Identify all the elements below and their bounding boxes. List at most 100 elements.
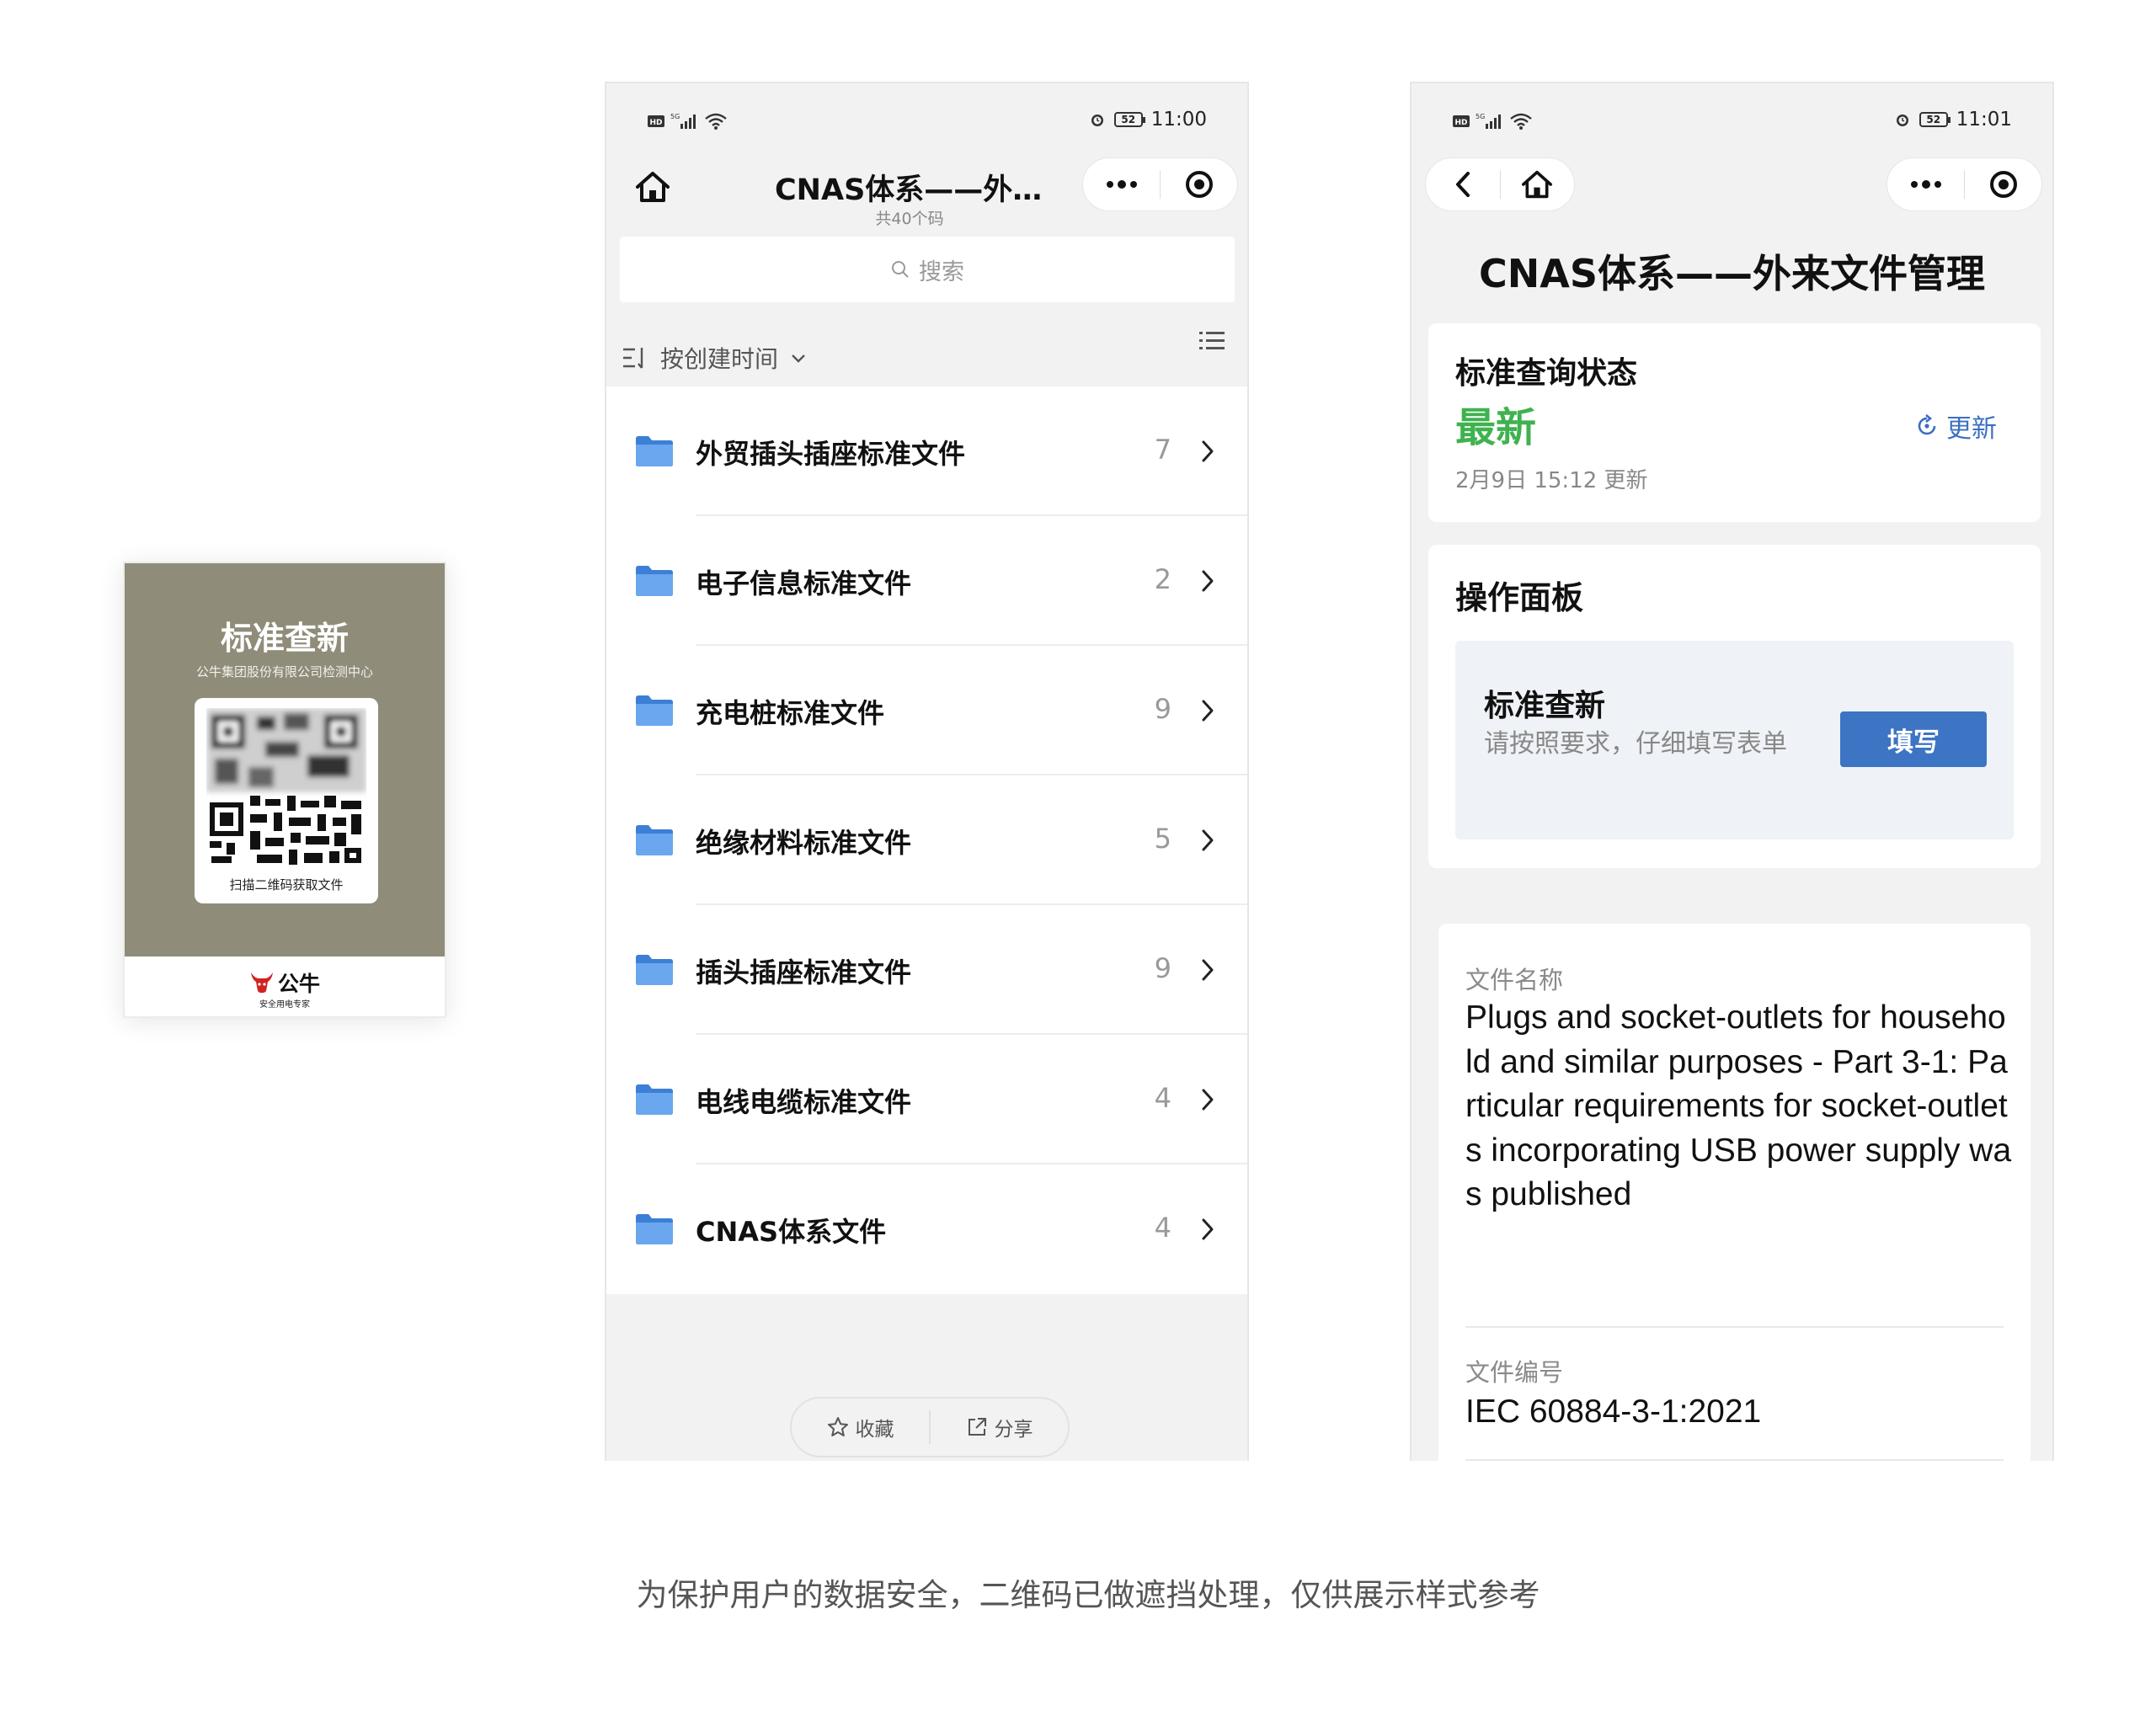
folder-icon [636,955,673,985]
folder-count: 9 [1154,952,1171,984]
chevron-right-icon [1202,570,1214,592]
close-miniprogram-button[interactable] [1161,158,1237,210]
file-number-label: 文件编号 [1465,1358,1564,1387]
svg-text:5G: 5G [1476,113,1485,120]
more-button[interactable] [1887,158,1964,210]
back-button[interactable] [1426,158,1500,210]
file-name-value: Plugs and socket-outlets for household a… [1465,999,2012,1212]
folder-name: 插头插座标准文件 [696,956,912,988]
chevron-left-icon [1455,172,1470,197]
divider [1465,1459,2004,1461]
folder-name: 电子信息标准文件 [696,567,912,599]
sort-dropdown[interactable]: 按创建时间 [622,341,807,375]
home-icon [1522,170,1553,199]
target-circle-icon [1989,171,2017,198]
qr-code-icon [206,708,366,865]
brand-logo: 公牛 [125,967,445,998]
folder-count: 4 [1154,1212,1171,1244]
status-right: 52 11:00 [1089,109,1207,131]
home-button[interactable] [1501,158,1575,210]
file-name-label: 文件名称 [1465,966,1564,994]
more-button[interactable] [1083,158,1160,210]
folder-row[interactable]: 充电桩标准文件 9 [606,646,1247,775]
home-button[interactable] [632,166,674,208]
page-title: CNAS体系——外来文件管理 [1479,251,1985,296]
folder-icon [636,1084,673,1115]
star-icon [827,1417,848,1436]
sort-label: 按创建时间 [660,345,779,373]
search-icon [892,261,909,278]
status-card: 标准查询状态 最新 2月9日 15:12 更新 更新 [1428,323,2041,522]
close-miniprogram-button[interactable] [1965,158,2041,210]
update-button[interactable]: 更新 [1914,408,1997,445]
brand-slogan: 安全用电专家 [259,1000,310,1010]
poster-header: 标准查新 公牛集团股份有限公司检测中心 扫描二维码获取文件 [125,563,445,956]
folder-icon [636,436,673,466]
search-input[interactable]: 搜索 [620,237,1235,302]
list-view-toggle[interactable] [1198,329,1225,356]
folder-count: 4 [1154,1082,1171,1114]
favorite-label: 收藏 [855,1419,894,1441]
privacy-caption: 为保护用户的数据安全，二维码已做遮挡处理，仅供展示样式参考 [636,1577,1540,1613]
chevron-right-icon [1202,440,1214,462]
fill-button[interactable]: 填写 [1840,711,1987,767]
miniprogram-capsule [1886,157,2042,211]
folder-row[interactable]: 电线电缆标准文件 4 [606,1035,1247,1164]
folder-list: 外贸插头插座标准文件 7 电子信息标准文件 2 充电桩标准文件 9 绝缘材料标准文件 5 插头插… [606,386,1247,1294]
task-description: 请按照要求，仔细填写表单 [1484,729,1787,759]
status-bar: HD 5G 52 11:00 [606,83,1247,163]
refresh-icon [1918,413,1936,435]
folder-icon [636,825,673,855]
signal-indicators: HD 5G [647,112,728,131]
folder-count: 5 [1154,823,1171,855]
signal-indicators: HD 5G [1452,112,1533,131]
status-time: 11:01 [1956,109,2012,131]
qr-poster: 标准查新 公牛集团股份有限公司检测中心 扫描二维码获取文件 公牛 安全用电专家 [123,562,446,1018]
nav-capsule-left [1425,157,1575,211]
folder-row[interactable]: 外贸插头插座标准文件 7 [606,386,1247,516]
task-item: 标准查新 请按照要求，仔细填写表单 填写 [1455,641,2014,839]
folder-row[interactable]: 绝缘材料标准文件 5 [606,775,1247,905]
chevron-right-icon [1202,700,1214,722]
status-time: 11:00 [1150,109,1207,131]
share-icon [968,1418,986,1436]
folder-row[interactable]: 插头插座标准文件 9 [606,905,1247,1035]
target-circle-icon [1185,171,1213,198]
folder-count: 9 [1154,693,1171,725]
favorite-button[interactable]: 收藏 [792,1413,929,1441]
svg-text:5G: 5G [670,113,680,120]
status-right: 52 11:01 [1894,109,2012,131]
qr-code-box: 扫描二维码获取文件 [195,698,378,903]
phone-folder-list: HD 5G 52 11:00 CNAS体系——外来文件管理 共40个码 搜索 按… [605,82,1249,1461]
chevron-right-icon [1202,1218,1214,1240]
search-placeholder: 搜索 [919,258,964,285]
phone-detail: HD 5G 52 11:01 CNAS体系——外来文件管理 标准查询状态 最新 [1410,82,2054,1461]
task-name: 标准查新 [1484,689,1606,723]
folder-count: 7 [1154,434,1171,466]
status-bar: HD 5G 52 11:01 [1412,83,2052,163]
cell-signal-icon: 5G [670,113,696,129]
miniprogram-capsule [1082,157,1238,211]
update-label: 更新 [1946,414,1997,444]
battery-icon: 52 [1919,112,1951,127]
hd-icon: HD [1453,115,1470,127]
page-title: CNAS体系——外来文件管理 [775,173,1044,207]
wifi-icon [705,113,727,130]
folder-count: 2 [1154,563,1171,595]
share-button[interactable]: 分享 [931,1413,1068,1441]
svg-text:HD: HD [649,119,662,127]
operation-panel: 操作面板 标准查新 请按照要求，仔细填写表单 填写 [1428,545,2041,868]
panel-title: 操作面板 [1455,579,1584,616]
folder-icon [636,695,673,726]
home-icon [636,172,670,202]
folder-row[interactable]: 电子信息标准文件 2 [606,516,1247,646]
status-label: 标准查询状态 [1455,356,1638,391]
chevron-down-icon [792,354,805,363]
folder-row[interactable]: CNAS体系文件 4 [606,1164,1247,1294]
bottom-action-bar: 收藏 分享 [790,1397,1070,1457]
divider [1465,1326,2004,1328]
chevron-right-icon [1202,1089,1214,1111]
brand-name: 公牛 [277,972,320,996]
bull-logo-icon [250,972,273,994]
folder-name: CNAS体系文件 [696,1216,887,1248]
